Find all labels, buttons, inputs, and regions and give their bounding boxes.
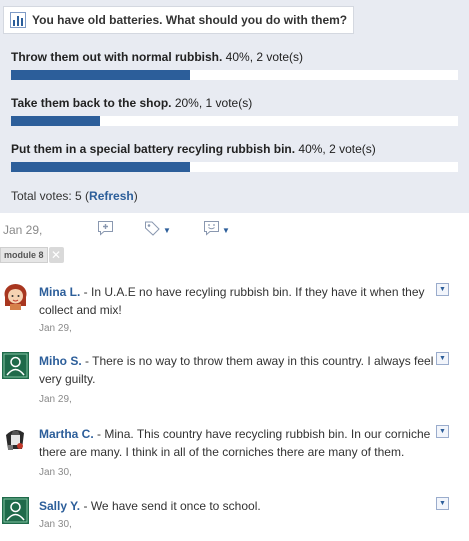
reaction-dropdown-button[interactable]: ▼ [203, 220, 230, 240]
chevron-down-icon: ▼ [163, 225, 171, 235]
comment-body: Miho S. - There is no way to throw them … [39, 352, 434, 388]
poll-bar-fill [11, 70, 190, 80]
default-avatar-icon[interactable] [2, 497, 29, 524]
post-meta-row: Jan 29, ▼ ▼ [0, 218, 469, 244]
tag-dropdown-button[interactable]: ▼ [144, 220, 171, 240]
remove-tag-icon[interactable]: ✕ [48, 247, 64, 263]
comment-date: Jan 30, [39, 519, 72, 530]
comment-body: Mina L. - In U.A.E no have recyling rubb… [39, 283, 434, 319]
comment-text: - In U.A.E no have recyling rubbish bin.… [39, 285, 425, 317]
poll-bar-track [11, 70, 458, 80]
comment-menu-chevron-icon[interactable]: ▼ [436, 283, 449, 296]
default-avatar-icon[interactable] [2, 352, 29, 379]
poll-option-label: Take them back to the shop. [11, 96, 172, 110]
girl-avatar-icon[interactable] [2, 283, 29, 310]
add-comment-button[interactable] [97, 220, 114, 240]
character-avatar-icon[interactable] [2, 425, 29, 452]
comment-author[interactable]: Martha C. [39, 427, 94, 441]
poll-total-votes: Total votes: 5 (Refresh) [11, 189, 138, 203]
poll-option-stats: 20%, 1 vote(s) [174, 96, 253, 110]
comment-author[interactable]: Sally Y. [39, 499, 80, 513]
poll-option: Put them in a special battery recyling r… [11, 141, 458, 172]
add-comment-icon [97, 220, 114, 241]
comment-menu-chevron-icon[interactable]: ▼ [436, 425, 449, 438]
comment-body: Sally Y. - We have send it once to schoo… [39, 497, 434, 515]
tag-label[interactable]: module 8 [0, 247, 48, 263]
poll-option-stats: 40%, 2 vote(s) [225, 50, 304, 64]
poll-question: You have old batteries. What should you … [32, 13, 348, 27]
post-date: Jan 29, [3, 223, 43, 237]
emoticon-icon [203, 220, 220, 241]
comment-text: - Mina. This country have recycling rubb… [39, 427, 431, 459]
poll-total-suffix: ) [133, 189, 138, 203]
poll-bar-fill [11, 116, 101, 126]
chevron-down-icon: ▼ [222, 225, 230, 235]
comment-menu-chevron-icon[interactable]: ▼ [436, 497, 449, 510]
comment-text: - There is no way to throw them away in … [39, 354, 434, 386]
poll-option-stats: 40%, 2 vote(s) [298, 142, 376, 156]
poll-bar-track [11, 116, 458, 126]
tag-icon [144, 220, 161, 241]
comment-date: Jan 29, [39, 394, 72, 405]
comment-body: Martha C. - Mina. This country have recy… [39, 425, 434, 461]
poll-option: Take them back to the shop. 20%, 1 vote(… [11, 95, 458, 126]
poll-bar-track [11, 162, 458, 172]
poll-bar-fill [11, 162, 190, 172]
poll-option-label: Put them in a special battery recyling r… [11, 142, 296, 156]
comment-date: Jan 29, [39, 323, 72, 334]
tag-chip: module 8 ✕ [0, 247, 64, 263]
poll-option: Throw them out with normal rubbish. 40%,… [11, 49, 458, 80]
poll-total-prefix: Total votes: 5 ( [11, 189, 90, 203]
refresh-link[interactable]: Refresh [89, 189, 134, 203]
comment-author[interactable]: Mina L. [39, 285, 80, 299]
comment-author[interactable]: Miho S. [39, 354, 82, 368]
comment-date: Jan 30, [39, 467, 72, 478]
poll-chart-icon [10, 12, 26, 28]
poll-panel: You have old batteries. What should you … [0, 0, 469, 213]
poll-title-box: You have old batteries. What should you … [3, 6, 355, 34]
poll-option-label: Throw them out with normal rubbish. [11, 50, 223, 64]
comment-menu-chevron-icon[interactable]: ▼ [436, 352, 449, 365]
comment-text: - We have send it once to school. [80, 499, 261, 513]
